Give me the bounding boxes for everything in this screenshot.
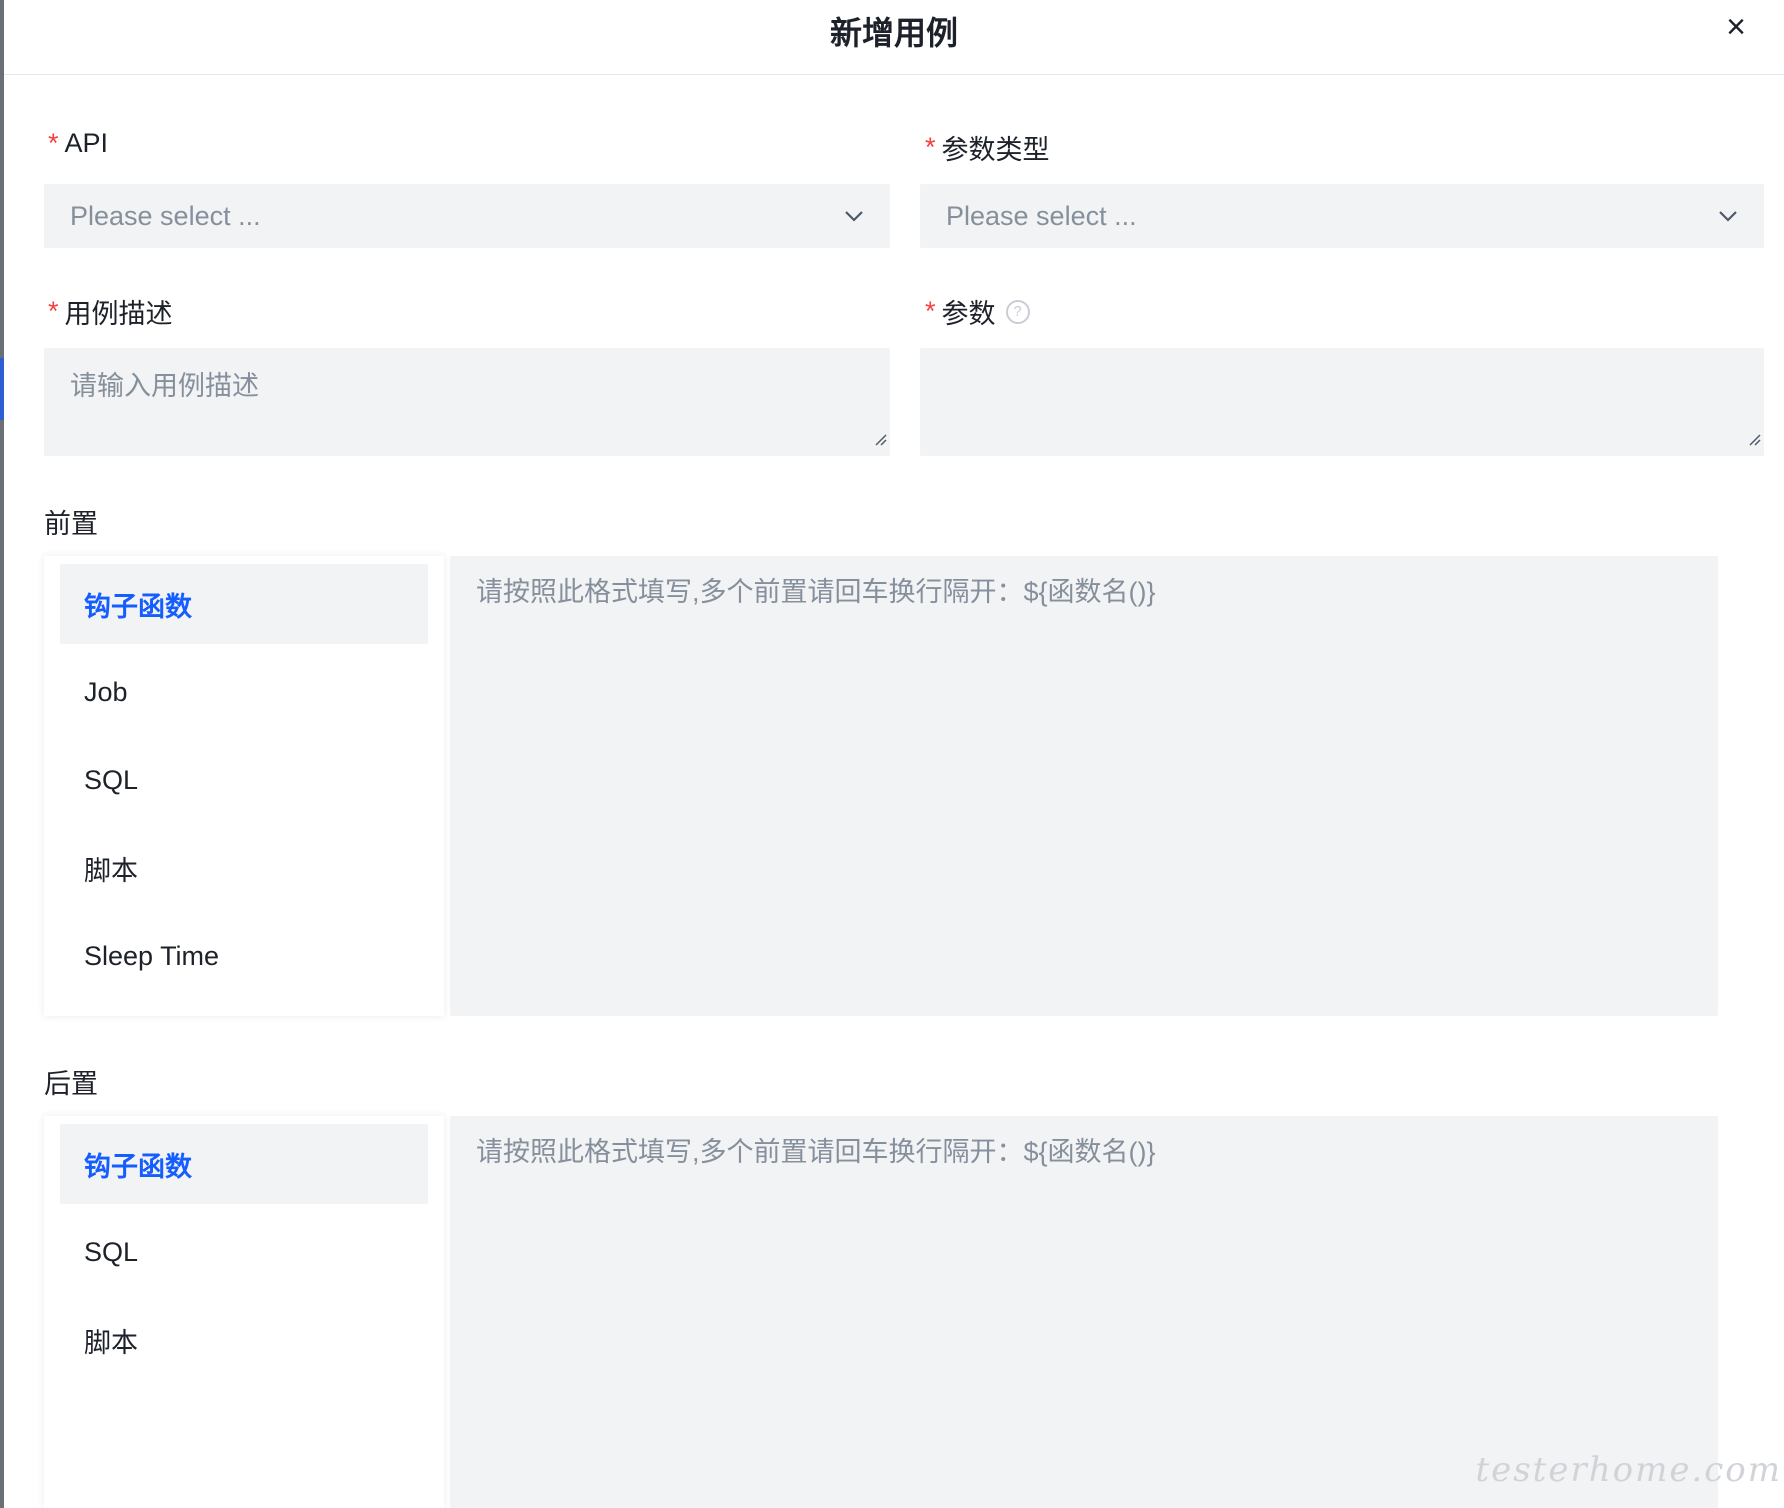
chevron-down-icon: [1718, 210, 1738, 222]
params-textarea[interactable]: [920, 348, 1764, 456]
post-tab-sql[interactable]: SQL: [60, 1212, 428, 1292]
api-select-placeholder: Please select ...: [70, 200, 261, 231]
chevron-down-icon: [844, 210, 864, 222]
case-desc-textarea[interactable]: 请输入用例描述: [44, 348, 890, 456]
pre-section-title: 前置: [44, 509, 98, 539]
resize-handle-icon[interactable]: [1745, 422, 1761, 453]
param-type-label: * 参数类型: [925, 128, 1050, 167]
param-type-select-placeholder: Please select ...: [946, 200, 1137, 231]
pre-tab-hook[interactable]: 钩子函数: [60, 564, 428, 644]
background-window-edge: [0, 0, 4, 1508]
question-circle-icon[interactable]: ?: [1005, 299, 1030, 324]
api-label-text: API: [64, 128, 109, 158]
required-mark: *: [925, 296, 936, 326]
case-desc-placeholder: 请输入用例描述: [70, 371, 259, 401]
resize-handle-icon[interactable]: [871, 422, 887, 453]
required-mark: *: [925, 132, 936, 162]
close-icon[interactable]: ×: [1726, 10, 1746, 44]
post-code-placeholder: 请按照此格式填写,多个前置请回车换行隔开：${函数名()}: [476, 1137, 1156, 1167]
pre-tabs: 钩子函数 Job SQL 脚本 Sleep Time: [44, 556, 444, 1016]
api-label: * API: [48, 128, 108, 159]
params-label-text: 参数: [941, 299, 996, 329]
background-highlight: [0, 358, 4, 420]
required-mark: *: [48, 128, 59, 158]
post-tabs: 钩子函数 SQL 脚本: [44, 1116, 444, 1508]
case-desc-label: * 用例描述: [48, 292, 173, 331]
required-mark: *: [48, 296, 59, 326]
case-desc-label-text: 用例描述: [64, 299, 173, 329]
pre-tab-sleep-time[interactable]: Sleep Time: [60, 916, 428, 996]
watermark: testerhome.com: [1475, 1450, 1782, 1490]
post-tab-hook[interactable]: 钩子函数: [60, 1124, 428, 1204]
dialog-title: 新增用例: [829, 15, 958, 51]
pre-code-editor[interactable]: 请按照此格式填写,多个前置请回车换行隔开：${函数名()}: [450, 556, 1718, 1016]
dialog-header: 新增用例 ×: [4, 0, 1784, 75]
post-section-title: 后置: [44, 1069, 98, 1099]
params-label: * 参数 ?: [925, 292, 1030, 331]
api-select[interactable]: Please select ...: [44, 184, 890, 248]
pre-tab-job[interactable]: Job: [60, 652, 428, 732]
pre-tab-sql[interactable]: SQL: [60, 740, 428, 820]
param-type-select[interactable]: Please select ...: [920, 184, 1764, 248]
pre-tab-script[interactable]: 脚本: [60, 828, 428, 908]
post-tab-script[interactable]: 脚本: [60, 1300, 428, 1380]
param-type-label-text: 参数类型: [941, 135, 1050, 165]
pre-code-placeholder: 请按照此格式填写,多个前置请回车换行隔开：${函数名()}: [476, 577, 1156, 607]
